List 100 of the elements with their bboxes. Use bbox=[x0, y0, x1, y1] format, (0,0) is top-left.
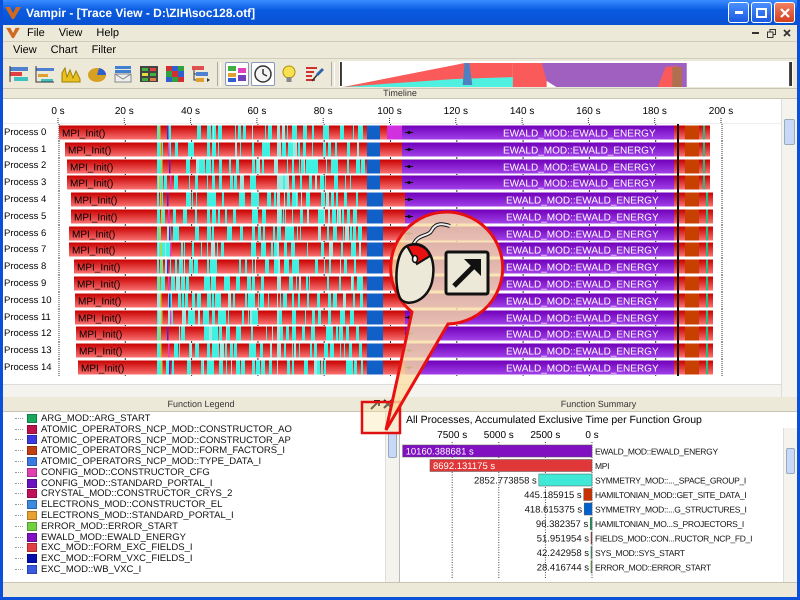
function-label: MPI_Init() bbox=[74, 212, 118, 224]
close-button[interactable] bbox=[774, 2, 795, 23]
window-title: Vampir - [Trace View - D:\ZIH\soc128.otf] bbox=[26, 6, 256, 20]
chart-subtitle: All Processes, Accumulated Exclusive Time per Function Group bbox=[400, 412, 797, 428]
summary-bar bbox=[538, 474, 592, 486]
process-label: Process 2 bbox=[3, 160, 48, 172]
process-label: Process 4 bbox=[3, 194, 48, 206]
tick-label: 0 s bbox=[585, 430, 599, 441]
category-label: SYMMETRY_MOD::..._SPACE_GROUP_I bbox=[595, 476, 746, 486]
tick-label: 20 s bbox=[114, 106, 134, 117]
function-label: EWALD_MOD::EWALD_ENERGY bbox=[503, 145, 656, 156]
process-label: Process 13 bbox=[3, 345, 51, 356]
function-label: MPI_Init() bbox=[77, 280, 120, 291]
category-label: SYS_MOD::SYS_START bbox=[595, 548, 685, 558]
tick-label: 2500 s bbox=[530, 430, 560, 441]
legend-label: EXC_MOD::FORM_EXC_FIELDS_I bbox=[41, 542, 193, 554]
clock-icon bbox=[253, 64, 273, 82]
menu-item[interactable]: Help bbox=[89, 27, 126, 39]
function-label: EWALD_MOD::EWALD_ENERGY bbox=[506, 346, 659, 358]
category-label: SYMMETRY_MOD::...G_STRUCTURES_I bbox=[595, 504, 747, 514]
function-label: MPI_Init() bbox=[70, 178, 114, 190]
legend-label: EWALD_MOD::EWALD_ENERGY bbox=[41, 532, 186, 543]
value-label: 2852.773858 s bbox=[474, 476, 537, 486]
close-icon[interactable] bbox=[383, 399, 393, 409]
legend-label: EXC_MOD::FORM_VXC_FIELDS_I bbox=[41, 553, 193, 564]
process-label: Process 0 bbox=[3, 126, 48, 138]
summary-bar bbox=[584, 502, 592, 516]
envelope-icon bbox=[113, 64, 133, 82]
category-label: HAMILTONIAN_MOD::GET_SITE_DATA_I bbox=[595, 490, 746, 500]
function-label: EWALD_MOD::EWALD_ENERGY bbox=[503, 128, 656, 140]
function-label: EWALD_MOD::EWALD_ENERGY bbox=[503, 162, 656, 173]
minimize-button[interactable] bbox=[728, 2, 749, 23]
table-icon bbox=[139, 64, 159, 82]
minimize-icon bbox=[752, 32, 758, 34]
legend-label: ELECTRONS_MOD::CONSTRUCTOR_EL bbox=[41, 499, 222, 510]
light-bulb-icon bbox=[282, 64, 296, 82]
tick-label: 140 s bbox=[510, 106, 534, 117]
tick-label: 200 s bbox=[708, 106, 734, 117]
tick-label: 0 s bbox=[51, 106, 65, 117]
restore-button[interactable] bbox=[764, 26, 778, 40]
function-label: MPI_Init() bbox=[78, 313, 122, 324]
function-label: EWALD_MOD::EWALD_ENERGY bbox=[506, 212, 659, 224]
tick-label: 40 s bbox=[181, 106, 200, 117]
tick-label: 160 s bbox=[576, 106, 601, 117]
timeline-icon bbox=[9, 64, 29, 82]
legend-label: ATOMIC_OPERATORS_NCP_MOD::CONSTRUCTOR_AP bbox=[41, 434, 291, 446]
menu-item[interactable]: View bbox=[52, 27, 90, 39]
function-label: MPI_Init() bbox=[72, 246, 116, 257]
process-label: Process 3 bbox=[3, 177, 48, 188]
legend-label: ARG_MOD::ARG_START bbox=[41, 412, 150, 424]
restore-icon bbox=[766, 28, 776, 38]
legend-label: ERROR_MOD::ERROR_START bbox=[41, 520, 178, 532]
scrollbar[interactable] bbox=[783, 428, 797, 582]
value-label: 8692.131175 s bbox=[432, 461, 496, 472]
tick-label: 80 s bbox=[314, 106, 333, 117]
blocks-icon bbox=[227, 64, 247, 82]
function-label: EWALD_MOD::EWALD_ENERGY bbox=[506, 364, 659, 375]
toolbar-button[interactable] bbox=[251, 62, 275, 86]
legend-label: ATOMIC_OPERATORS_NCP_MOD::CONSTRUCTOR_AO bbox=[41, 424, 292, 435]
menu-item[interactable]: File bbox=[20, 27, 52, 39]
function-label: EWALD_MOD::EWALD_ENERGY bbox=[506, 330, 659, 341]
maximize-button[interactable] bbox=[751, 2, 772, 23]
tick-label: 7500 s bbox=[437, 430, 468, 441]
process-label: Process 5 bbox=[3, 210, 48, 222]
scrollbar[interactable] bbox=[781, 99, 797, 397]
summary-bar bbox=[583, 488, 592, 501]
scrollbar[interactable] bbox=[3, 384, 781, 397]
tick-label: 180 s bbox=[642, 106, 667, 117]
function-label: MPI_Init() bbox=[77, 262, 120, 274]
function-label: EWALD_MOD::EWALD_ENERGY bbox=[506, 280, 659, 291]
process-label: Process 11 bbox=[3, 312, 51, 323]
panel-title: Function Legend bbox=[165, 400, 237, 408]
function-label: EWALD_MOD::EWALD_ENERGY bbox=[503, 178, 656, 190]
function-label: MPI_Init() bbox=[81, 364, 124, 375]
legend-label: EXC_MOD::WB_VXC_I bbox=[41, 564, 142, 576]
menu-item[interactable]: Chart bbox=[44, 44, 85, 56]
function-label: MPI_Init() bbox=[68, 145, 112, 156]
toolbar-button[interactable] bbox=[225, 62, 249, 86]
logo-icon bbox=[5, 6, 21, 20]
undock-icon[interactable] bbox=[370, 399, 381, 410]
function-label: EWALD_MOD::EWALD_ENERGY bbox=[506, 196, 659, 207]
legend-label: ATOMIC_OPERATORS_NCP_MOD::FORM_FACTORS_I bbox=[41, 445, 286, 456]
category-label: HAMILTONIAN_MO...S_PROJECTORS_I bbox=[595, 519, 744, 529]
category-label: EWALD_MOD::EWALD_ENERGY bbox=[595, 446, 718, 456]
function-label: MPI_Init() bbox=[74, 196, 118, 207]
menu-item[interactable]: View bbox=[6, 44, 44, 56]
menu-item[interactable]: Filter bbox=[84, 44, 124, 56]
pin-icon bbox=[305, 64, 325, 82]
process-label: Process 10 bbox=[3, 294, 51, 306]
minimize-icon bbox=[734, 11, 742, 14]
logo-icon bbox=[6, 27, 20, 39]
tick-label: 60 s bbox=[247, 106, 266, 117]
function-label: MPI_Init() bbox=[79, 346, 122, 358]
value-label: 42.242958 s bbox=[536, 548, 589, 559]
scrollbar[interactable] bbox=[385, 412, 399, 582]
summary-bar bbox=[590, 517, 592, 530]
legend-label: CRYSTAL_MOD::CONSTRUCTOR_CRYS_2 bbox=[41, 488, 232, 500]
function-label: EWALD_MOD::EWALD_ENERGY bbox=[506, 246, 659, 257]
legend-label: CONFIG_MOD::CONSTRUCTOR_CFG bbox=[41, 466, 210, 478]
category-label: ERROR_MOD::ERROR_START bbox=[595, 562, 711, 572]
